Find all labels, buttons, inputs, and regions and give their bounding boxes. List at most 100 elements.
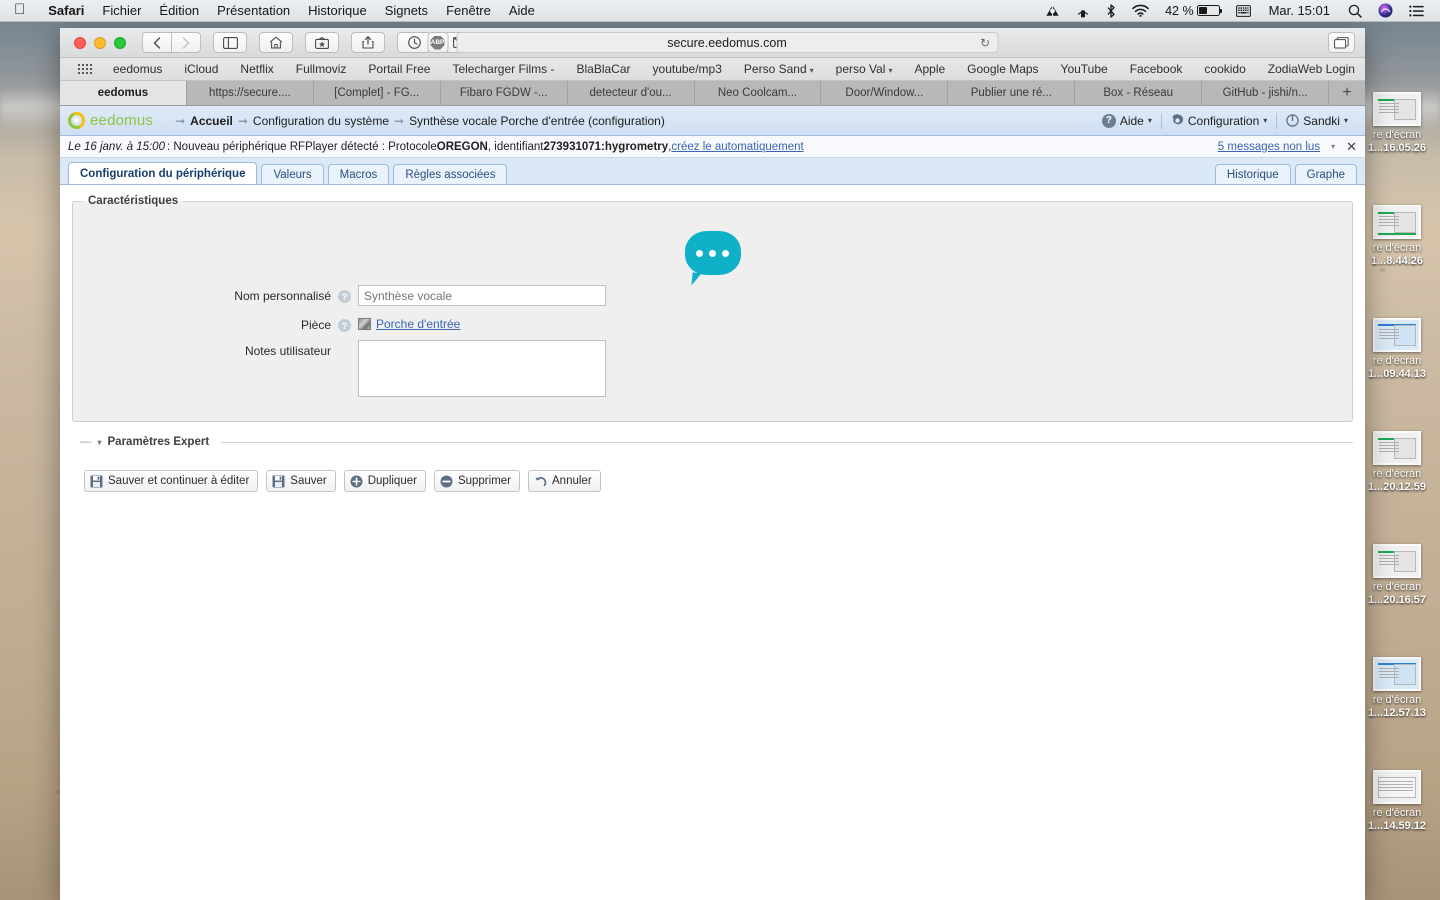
bookmark-fullmoviz[interactable]: Fullmoviz <box>285 62 358 76</box>
bookmark-eedomus[interactable]: eedomus <box>102 62 173 76</box>
duplicate-button[interactable]: Dupliquer <box>344 470 426 492</box>
nom-personnalise-input[interactable] <box>358 285 606 306</box>
parametres-expert-section[interactable]: — ▾ Paramètres Expert <box>80 436 1353 448</box>
tab-configuration-peripherique[interactable]: Configuration du périphérique <box>68 162 257 184</box>
browser-tab-publier[interactable]: Publier une ré... <box>948 81 1075 105</box>
browser-tab-complet-fg[interactable]: [Complet] - FG... <box>314 81 441 105</box>
close-window-button[interactable] <box>74 37 86 49</box>
breadcrumb-configuration-systeme[interactable]: Configuration du système <box>253 114 389 128</box>
reload-icon[interactable]: ↻ <box>980 36 990 50</box>
delete-button[interactable]: Supprimer <box>434 470 520 492</box>
browser-tab-box-reseau[interactable]: Box - Réseau <box>1075 81 1202 105</box>
desktop-file-icon[interactable]: re d'écran1...12.57.13 <box>1356 657 1438 719</box>
browser-tab-secure[interactable]: https://secure.... <box>187 81 314 105</box>
notification-center-icon[interactable] <box>1401 5 1432 17</box>
piece-link[interactable]: Porche d'entrée <box>376 317 460 331</box>
bookmark-facebook[interactable]: Facebook <box>1119 62 1194 76</box>
question-mark-icon[interactable]: ? <box>338 290 351 303</box>
tab-macros[interactable]: Macros <box>328 164 390 184</box>
new-tab-button[interactable]: + <box>1329 81 1365 105</box>
eedomus-logo[interactable]: eedomus <box>68 112 153 129</box>
tab-valeurs[interactable]: Valeurs <box>261 164 323 184</box>
flux-icon[interactable] <box>1037 4 1068 18</box>
browser-tab-github[interactable]: GitHub - jishi/n... <box>1202 81 1329 105</box>
menu-historique[interactable]: Historique <box>299 3 376 18</box>
input-source-icon[interactable] <box>1228 5 1259 17</box>
browser-tab-neo-coolcam[interactable]: Neo Coolcam... <box>695 81 822 105</box>
header-user-menu[interactable]: Sandki ▾ <box>1277 114 1357 128</box>
minimize-window-button[interactable] <box>94 37 106 49</box>
breadcrumb-accueil[interactable]: Accueil <box>190 114 233 128</box>
tab-regles-associees[interactable]: Règles associées <box>393 164 507 184</box>
bookmark-telecharger-films[interactable]: Telecharger Films - <box>441 62 565 76</box>
wifi-icon[interactable] <box>1124 4 1157 17</box>
menubar-clock[interactable]: Mar. 15:01 <box>1259 3 1340 18</box>
bluetooth-icon[interactable] <box>1098 4 1124 18</box>
history-icon[interactable] <box>397 32 431 53</box>
question-mark-icon[interactable]: ? <box>338 319 351 332</box>
save-and-continue-button[interactable]: Sauver et continuer à éditer <box>84 470 258 492</box>
siri-icon[interactable] <box>1370 3 1401 18</box>
bookmark-netflix[interactable]: Netflix <box>229 62 284 76</box>
bookmark-youtube[interactable]: YouTube <box>1050 62 1119 76</box>
sidebar-icon[interactable] <box>213 32 247 53</box>
back-icon[interactable] <box>142 32 172 53</box>
save-button[interactable]: Sauver <box>266 470 335 492</box>
header-configuration-menu[interactable]: Configuration ▾ <box>1162 114 1276 128</box>
bookmark-cookido[interactable]: cookido <box>1193 62 1256 76</box>
menu-signets[interactable]: Signets <box>376 3 437 18</box>
bookmark-blablacar[interactable]: BlaBlaCar <box>565 62 641 76</box>
menu-fenetre[interactable]: Fenêtre <box>437 3 500 18</box>
bookmark-icon[interactable] <box>305 32 339 53</box>
browser-tab-door-window[interactable]: Door/Window... <box>821 81 948 105</box>
desktop-file-icon[interactable]: re d'écran1...09.44.13 <box>1356 318 1438 380</box>
navigation-buttons[interactable] <box>142 32 201 53</box>
triangle-collapse-icon[interactable]: ▾ <box>98 438 102 447</box>
maximize-window-button[interactable] <box>114 37 126 49</box>
close-icon[interactable]: ✕ <box>1346 139 1357 155</box>
bookmark-perso-val[interactable]: perso Val▾ <box>825 62 904 76</box>
menu-aide[interactable]: Aide <box>500 3 544 18</box>
desktop-file-icon[interactable]: re d'écran1...20.12.59 <box>1356 431 1438 493</box>
bookmark-icloud[interactable]: iCloud <box>173 62 229 76</box>
tab-graphe[interactable]: Graphe <box>1295 164 1357 184</box>
browser-tab-fibaro[interactable]: Fibaro FGDW -... <box>441 81 568 105</box>
forward-icon[interactable] <box>171 32 201 53</box>
url-input[interactable]: secure.eedomus.com ↻ <box>456 32 998 53</box>
create-automatically-link[interactable]: créez le automatiquement <box>671 141 803 153</box>
browser-tab-detecteur[interactable]: detecteur d'ou... <box>568 81 695 105</box>
share-icon[interactable] <box>351 32 385 53</box>
tab-overview-icon[interactable] <box>1328 32 1355 53</box>
bookmarks-grid-icon[interactable] <box>78 64 92 74</box>
bookmark-apple[interactable]: Apple <box>903 62 956 76</box>
cancel-button[interactable]: Annuler <box>528 470 601 492</box>
desktop-file-icon[interactable]: re d'écran1...16.05.26 <box>1356 92 1438 154</box>
breadcrumb-current-page: Synthèse vocale Porche d'entrée (configu… <box>409 114 665 128</box>
antenna-icon[interactable] <box>1068 4 1098 18</box>
notes-utilisateur-textarea[interactable] <box>358 340 606 397</box>
desktop-file-icon[interactable]: re d'écran1...8.44.26 <box>1356 205 1438 267</box>
menu-fichier[interactable]: Fichier <box>93 3 150 18</box>
window-controls[interactable] <box>68 37 126 49</box>
bookmark-youtube-mp3[interactable]: youtube/mp3 <box>642 62 733 76</box>
bookmark-portail-free[interactable]: Portail Free <box>357 62 441 76</box>
chevron-down-icon[interactable]: ▾ <box>1331 142 1335 151</box>
home-icon[interactable] <box>259 32 293 53</box>
desktop-file-icon[interactable]: re d'écran1...14.59.12 <box>1356 770 1438 832</box>
bookmark-perso-sand[interactable]: Perso Sand▾ <box>733 62 825 76</box>
bookmark-google-maps[interactable]: Google Maps <box>956 62 1049 76</box>
spotlight-search-icon[interactable] <box>1340 4 1370 18</box>
duplicate-icon <box>350 475 363 488</box>
adblock-plus-button[interactable]: ABP <box>427 32 448 53</box>
bookmark-zodiaweb-login[interactable]: ZodiaWeb Login <box>1257 62 1365 76</box>
desktop-file-icon[interactable]: re d'écran1...20.16.57 <box>1356 544 1438 606</box>
menu-presentation[interactable]: Présentation <box>208 3 299 18</box>
browser-tab-eedomus[interactable]: eedomus <box>60 81 187 105</box>
battery-status[interactable]: 42 % <box>1157 4 1228 18</box>
menu-edition[interactable]: Édition <box>150 3 208 18</box>
tab-historique[interactable]: Historique <box>1215 164 1291 184</box>
apple-menu-icon[interactable]:  <box>14 2 25 17</box>
unread-messages-link[interactable]: 5 messages non lus <box>1218 141 1320 153</box>
menu-safari[interactable]: Safari <box>39 3 93 18</box>
header-aide-menu[interactable]: ? Aide ▾ <box>1093 114 1161 128</box>
